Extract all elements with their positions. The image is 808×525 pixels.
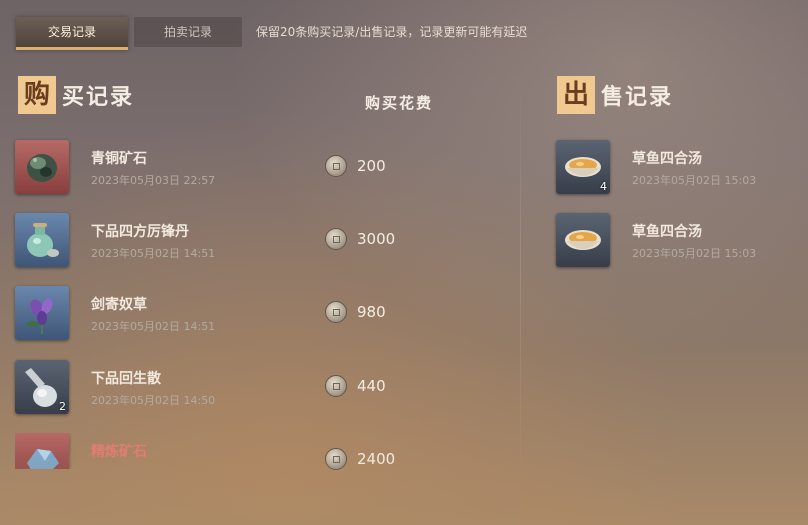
section-divider	[520, 70, 521, 490]
purple-herb-icon	[15, 286, 69, 340]
records-notice: 保留20条购买记录/出售记录，记录更新可能有延迟	[256, 25, 528, 39]
item-name: 下品回生散	[91, 371, 161, 387]
price-value: 2400	[357, 450, 396, 468]
price: 3000	[325, 227, 395, 251]
buy-record-row[interactable]: 青铜矿石 2023年05月03日 22:57 200	[15, 140, 475, 204]
item-name: 剑寄奴草	[91, 297, 147, 313]
tab-auction-records[interactable]: 拍卖记录	[134, 17, 242, 47]
tab-trade-records[interactable]: 交易记录	[16, 17, 128, 50]
gourd-flask-icon: 2	[15, 360, 69, 414]
coin-icon	[325, 448, 347, 470]
item-count: 4	[600, 180, 607, 193]
buy-record-row[interactable]: 剑寄奴草 2023年05月02日 14:51 980	[15, 286, 475, 350]
record-time: 2023年05月02日 14:51	[91, 247, 216, 260]
top-bar: 交易记录 拍卖记录 保留20条购买记录/出售记录，记录更新可能有延迟	[0, 0, 808, 62]
record-time: 2023年05月02日 15:03	[632, 174, 757, 187]
record-time: 2023年05月02日 14:51	[91, 320, 216, 333]
record-time: 2023年05月03日 22:57	[91, 174, 216, 187]
record-time: 2023年05月02日 14:50	[91, 394, 216, 407]
price-value: 3000	[357, 230, 396, 248]
item-name: 下品四方厉锋丹	[91, 224, 189, 240]
price: 440	[325, 374, 386, 398]
buy-record-row[interactable]: 2 下品回生散 2023年05月02日 14:50 440	[15, 360, 475, 424]
buy-title-text: 买记录	[62, 84, 135, 110]
price: 2400	[325, 447, 395, 471]
item-name: 精炼矿石	[91, 444, 147, 460]
item-name: 青铜矿石	[91, 151, 147, 167]
sell-record-row[interactable]: 草鱼四合汤 2023年05月02日 15:03	[556, 213, 796, 277]
refined-ore-icon	[15, 433, 69, 469]
pill-bottle-icon	[15, 213, 69, 267]
price-value: 980	[357, 303, 386, 321]
item-count: 2	[59, 400, 66, 413]
record-time: 2023年05月02日 15:03	[632, 247, 757, 260]
soup-bowl-icon	[556, 213, 610, 267]
bronze-ore-icon	[15, 140, 69, 194]
sell-records-title: 出 售记录	[557, 76, 673, 114]
sell-record-row[interactable]: 4 草鱼四合汤 2023年05月02日 15:03	[556, 140, 796, 204]
price-value: 440	[357, 377, 386, 395]
coin-icon	[325, 228, 347, 250]
buy-records-title: 购 买记录	[18, 76, 134, 114]
sell-title-badge: 出	[557, 76, 595, 114]
price: 200	[325, 154, 386, 178]
coin-icon	[325, 375, 347, 397]
price-value: 200	[357, 157, 386, 175]
soup-bowl-icon: 4	[556, 140, 610, 194]
buy-title-badge: 购	[18, 76, 56, 114]
purchase-cost-header: 购买花费	[365, 94, 434, 112]
coin-icon	[325, 155, 347, 177]
sell-title-text: 售记录	[601, 84, 674, 110]
price: 980	[325, 300, 386, 324]
buy-record-row[interactable]: 精炼矿石	[15, 433, 475, 469]
buy-record-row[interactable]: 下品四方厉锋丹 2023年05月02日 14:51 3000	[15, 213, 475, 277]
item-name: 草鱼四合汤	[632, 151, 702, 167]
item-name: 草鱼四合汤	[632, 224, 702, 240]
coin-icon	[325, 301, 347, 323]
